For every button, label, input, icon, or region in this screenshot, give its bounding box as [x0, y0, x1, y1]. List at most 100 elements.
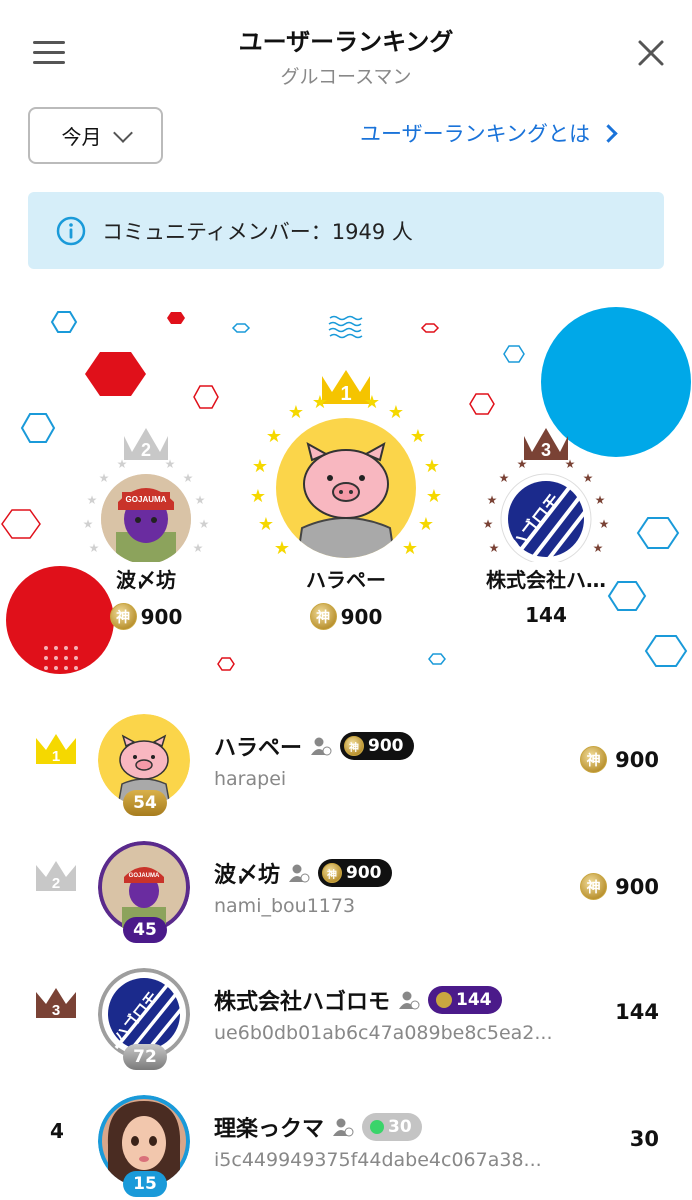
svg-text:★: ★: [195, 493, 206, 507]
row-score-value: 144: [615, 1000, 659, 1024]
svg-text:★: ★: [599, 517, 610, 531]
info-icon: [56, 216, 86, 245]
crown-icon: 1: [322, 370, 370, 405]
row-score-value: 900: [615, 874, 659, 899]
podium-rank-3[interactable]: 3 ★ ★ ★ ★ ★ ★ ★ ★ ★ ★ ハゴロモ 株式会社ハ… 144: [476, 422, 616, 627]
crown-icon: 3: [36, 988, 76, 1019]
svg-text:GOJAUMA: GOJAUMA: [126, 495, 167, 504]
svg-text:★: ★: [489, 541, 500, 555]
about-ranking-label: ユーザーランキングとは: [360, 122, 590, 146]
podium-points-rank-2: 900: [140, 604, 183, 629]
kami-coin-icon: 神: [309, 603, 337, 630]
svg-text:2: 2: [141, 440, 151, 460]
level-badge: 45: [123, 917, 167, 943]
close-icon[interactable]: [634, 36, 668, 70]
svg-text:★: ★: [89, 541, 100, 555]
row-score-value: 30: [629, 1127, 659, 1151]
score-pill: 神 900: [340, 732, 414, 760]
ranking-row[interactable]: 3 ハゴロモ 72 株式会社ハゴロモ 144 ue6b0db01ab6c47a0…: [0, 954, 692, 1080]
crown-icon: 1: [36, 734, 76, 765]
svg-text:★: ★: [595, 493, 606, 507]
svg-text:★: ★: [117, 457, 128, 471]
green-dot-icon: [370, 1120, 385, 1134]
score-pill-value: 30: [388, 1117, 412, 1137]
podium-points-rank-3: 144: [525, 603, 567, 627]
svg-text:★: ★: [583, 471, 594, 485]
kami-coin-icon: 神: [344, 736, 365, 756]
podium-rank-1[interactable]: 1 ★ ★ ★ ★ ★ ★ ★ ★ ★ ★ ★ ★ ★ ★ ハラペー 神 900: [246, 368, 446, 630]
score-pill: 30: [362, 1113, 422, 1141]
podium: 2 ★ ★ ★ ★ ★ ★ ★ ★ ★ ★ GOJAUMA 波〆坊 神 900 …: [0, 290, 692, 690]
kami-coin-icon: 神: [580, 746, 608, 773]
svg-text:★: ★: [288, 402, 304, 423]
svg-text:★: ★: [364, 392, 380, 413]
score-pill: 神 900: [318, 859, 392, 887]
score-pill-value: 900: [346, 863, 382, 883]
svg-text:1: 1: [340, 383, 351, 405]
svg-text:3: 3: [541, 440, 551, 460]
ranking-row[interactable]: 4 15 理楽っクマ 30 i5c449949375f44dabe4c067a3…: [0, 1081, 692, 1200]
svg-text:★: ★: [183, 471, 194, 485]
svg-text:★: ★: [312, 392, 328, 413]
user-id: i5c449949375f44dabe4c067a38...: [214, 1149, 542, 1171]
user-name: 株式会社ハゴロモ: [214, 990, 391, 1015]
kami-coin-icon: 神: [322, 863, 343, 883]
page-title: ユーザーランキング: [238, 28, 454, 56]
podium-avatar-rank-3: 3 ★ ★ ★ ★ ★ ★ ★ ★ ★ ★ ハゴロモ: [483, 428, 610, 565]
svg-text:★: ★: [565, 457, 576, 471]
chevron-down-icon: [112, 122, 133, 143]
podium-avatar-rank-2: 2 ★ ★ ★ ★ ★ ★ ★ ★ ★ ★ GOJAUMA: [83, 428, 210, 564]
kami-coin-icon: 神: [580, 873, 608, 900]
kami-coin-icon: 神: [109, 603, 137, 630]
svg-text:★: ★: [199, 517, 210, 531]
ranking-row[interactable]: 2 GOJAUMA 45 波〆坊 神 900 nami_bou1173 神 90…: [0, 827, 692, 953]
svg-text:★: ★: [593, 541, 604, 555]
user-id: harapei: [214, 768, 287, 790]
svg-text:★: ★: [418, 514, 434, 535]
person-icon: [399, 991, 420, 1010]
info-banner: コミュニティメンバー：1949 人: [28, 192, 664, 269]
chevron-right-icon: [599, 123, 618, 143]
svg-text:★: ★: [483, 517, 494, 531]
app-header: ユーザーランキング グルコースマン: [0, 0, 692, 100]
page-subtitle: グルコースマン: [280, 66, 412, 88]
svg-text:★: ★: [193, 541, 204, 555]
level-badge: 15: [123, 1171, 167, 1197]
crown-icon: 3: [524, 428, 568, 460]
svg-text:★: ★: [388, 402, 404, 423]
ranking-row[interactable]: 1 54 ハラペー 神 900 harapei 神 900: [0, 700, 692, 826]
svg-text:★: ★: [487, 493, 498, 507]
podium-rank-2[interactable]: 2 ★ ★ ★ ★ ★ ★ ★ ★ ★ ★ GOJAUMA 波〆坊 神 900: [76, 422, 216, 630]
svg-text:★: ★: [83, 517, 94, 531]
svg-text:1: 1: [52, 748, 60, 765]
period-select[interactable]: 今月: [28, 107, 163, 164]
podium-name-rank-3: 株式会社ハ…: [486, 568, 606, 592]
svg-text:★: ★: [99, 471, 110, 485]
level-badge: 54: [123, 790, 167, 816]
person-icon: [333, 1118, 354, 1137]
score-pill-value: 900: [368, 736, 404, 756]
user-id: nami_bou1173: [214, 895, 356, 917]
rank-number: 4: [50, 1119, 64, 1143]
crown-icon: 2: [36, 861, 76, 892]
member-count-text: コミュニティメンバー：1949 人: [102, 219, 413, 244]
svg-text:★: ★: [517, 457, 528, 471]
score-pill-value: 144: [456, 990, 492, 1010]
svg-text:★: ★: [402, 538, 418, 559]
score-pill: 144: [428, 986, 502, 1014]
svg-text:★: ★: [266, 426, 282, 447]
row-score-value: 900: [615, 747, 659, 772]
svg-text:GOJAUMA: GOJAUMA: [129, 873, 160, 879]
user-name: 理楽っクマ: [214, 1117, 325, 1142]
svg-text:★: ★: [252, 456, 268, 477]
podium-points-rank-1: 900: [340, 604, 383, 629]
svg-text:★: ★: [258, 514, 274, 535]
svg-text:2: 2: [52, 875, 60, 892]
user-name: ハラペー: [214, 736, 303, 761]
svg-text:★: ★: [87, 493, 98, 507]
person-icon: [311, 737, 332, 756]
about-ranking-link[interactable]: ユーザーランキングとは: [360, 118, 618, 148]
period-select-value: 今月: [61, 125, 102, 149]
svg-text:★: ★: [250, 486, 266, 507]
user-id: ue6b0db01ab6c47a089be8c5ea2...: [214, 1022, 553, 1044]
